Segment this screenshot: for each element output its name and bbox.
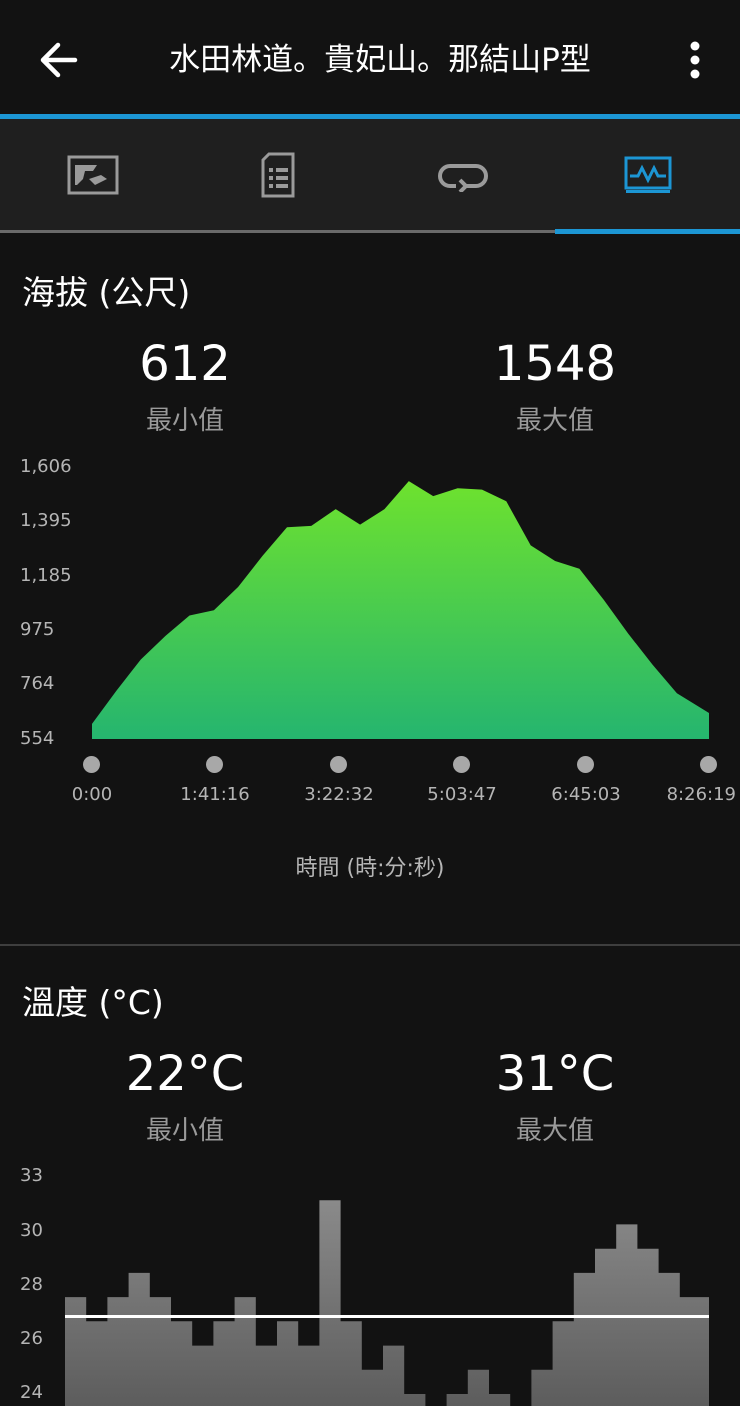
temperature-max-label: 最大值: [515, 1116, 594, 1146]
tab-laps[interactable]: [370, 119, 555, 230]
tab-charts[interactable]: [555, 119, 740, 230]
page-title: 水田林道。貴妃山。那結山P型: [169, 42, 591, 78]
section-divider: [0, 944, 740, 946]
elevation-x-tick: 3:22:32: [304, 784, 374, 805]
x-axis-marker[interactable]: [453, 756, 470, 773]
elevation-max-value: 1548: [493, 336, 617, 392]
tab-map[interactable]: [0, 119, 185, 230]
laps-icon: [437, 163, 488, 192]
x-axis-marker[interactable]: [700, 756, 717, 773]
elevation-area: [92, 481, 709, 739]
temperature-min-value: 22°C: [125, 1046, 245, 1102]
temperature-min-label: 最小值: [145, 1116, 224, 1146]
app-bar: 水田林道。貴妃山。那結山P型: [0, 0, 740, 116]
tab-active-indicator: [555, 229, 740, 234]
map-icon: [67, 155, 118, 194]
arrow-left-icon: [40, 42, 78, 78]
elevation-x-tick: 1:41:16: [180, 784, 250, 805]
elevation-min-label: 最小值: [145, 406, 224, 436]
x-axis-marker[interactable]: [206, 756, 223, 773]
elevation-title: 海拔 (公尺): [22, 273, 191, 312]
x-axis-marker[interactable]: [83, 756, 100, 773]
tab-bar: [0, 119, 740, 230]
elevation-chart: [92, 481, 709, 739]
charts-icon: [624, 156, 671, 193]
temperature-max-value: 31°C: [495, 1046, 615, 1102]
elevation-max-label: 最大值: [515, 406, 594, 436]
elevation-x-tick: 5:03:47: [427, 784, 497, 805]
more-vertical-icon: [690, 41, 700, 79]
elevation-min-value: 612: [139, 336, 231, 392]
elevation-x-tick: 0:00: [71, 784, 113, 805]
temperature-title: 溫度 (°C): [22, 983, 164, 1022]
elevation-x-tick: 6:45:03: [551, 784, 621, 805]
more-options-button[interactable]: [670, 34, 720, 86]
elevation-x-tick: 8:26:19: [666, 784, 736, 805]
x-axis-marker[interactable]: [577, 756, 594, 773]
back-button[interactable]: [30, 34, 86, 86]
tab-details[interactable]: [185, 119, 370, 230]
temperature-chart: [65, 1200, 709, 1406]
x-axis-marker[interactable]: [330, 756, 347, 773]
details-icon: [261, 152, 294, 197]
temperature-area: [65, 1200, 709, 1406]
elevation-x-axis-label: 時間 (時:分:秒): [295, 856, 445, 881]
